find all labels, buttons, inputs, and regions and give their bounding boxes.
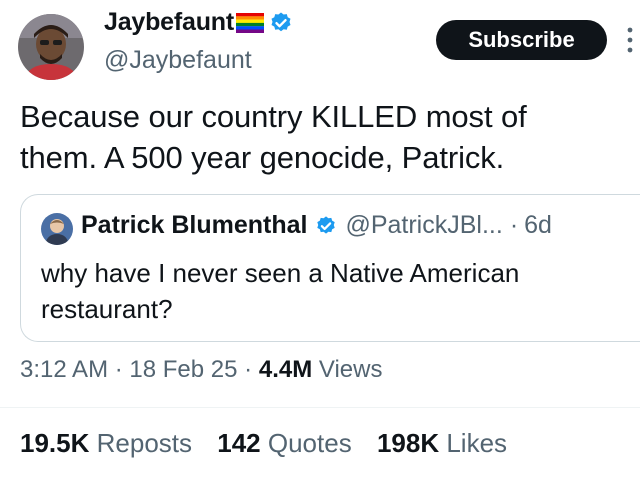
separator-dot: · bbox=[244, 356, 253, 383]
tweet-text-line: Because our country KILLED most of bbox=[20, 99, 527, 134]
rainbow-flag-icon bbox=[235, 12, 264, 33]
quoted-text-line: why have I never seen a Native American bbox=[41, 258, 520, 288]
subscribe-button[interactable]: Subscribe bbox=[436, 20, 607, 60]
tweet-time[interactable]: 3:12 AM bbox=[20, 356, 108, 383]
likes-stat[interactable]: 198K Likes bbox=[377, 428, 507, 458]
quoted-age: 6d bbox=[524, 211, 552, 239]
tweet-text-line: them. A 500 year genocide, Patrick. bbox=[20, 140, 505, 175]
quotes-count: 142 bbox=[217, 428, 261, 458]
separator-dot: · bbox=[114, 356, 123, 383]
author-avatar[interactable] bbox=[18, 14, 84, 80]
reposts-stat[interactable]: 19.5K Reposts bbox=[20, 428, 192, 458]
likes-count: 198K bbox=[376, 428, 440, 458]
views-label: Views bbox=[318, 356, 383, 383]
verified-badge-icon bbox=[269, 11, 293, 35]
quotes-stat[interactable]: 142 Quotes bbox=[217, 428, 351, 458]
quoted-text-line: restaurant? bbox=[41, 294, 173, 324]
views-count: 4.4M bbox=[258, 356, 313, 383]
tweet-text: Because our country KILLED most of them.… bbox=[20, 96, 620, 178]
tweet-date[interactable]: 18 Feb 25 bbox=[129, 356, 237, 383]
author-name-row: Jaybefaunt bbox=[104, 8, 293, 37]
author-handle[interactable]: @Jaybefaunt bbox=[104, 46, 252, 75]
author-display-name[interactable]: Jaybefaunt bbox=[104, 8, 234, 37]
quoted-text: why have I never seen a Native American … bbox=[41, 255, 621, 327]
verified-badge-icon bbox=[315, 215, 337, 237]
reposts-label: Reposts bbox=[96, 428, 193, 458]
quoted-name: Patrick Blumenthal bbox=[81, 211, 308, 239]
quoted-tweet[interactable]: Patrick Blumenthal @PatrickJBl... · 6d w… bbox=[20, 194, 640, 342]
likes-label: Likes bbox=[446, 428, 508, 458]
quoted-avatar[interactable] bbox=[41, 213, 73, 245]
reposts-count: 19.5K bbox=[20, 428, 90, 458]
divider bbox=[0, 407, 640, 408]
quoted-handle: @PatrickJBl... bbox=[345, 211, 503, 239]
quotes-label: Quotes bbox=[267, 428, 352, 458]
more-icon[interactable] bbox=[626, 26, 634, 54]
tweet-meta: 3:12 AM · 18 Feb 25 · 4.4M Views bbox=[20, 356, 382, 384]
separator-dot: · bbox=[509, 211, 519, 239]
engagement-stats: 19.5K Reposts 142 Quotes 198K Likes bbox=[20, 428, 525, 459]
quoted-header: Patrick Blumenthal @PatrickJBl... · 6d bbox=[81, 211, 552, 240]
